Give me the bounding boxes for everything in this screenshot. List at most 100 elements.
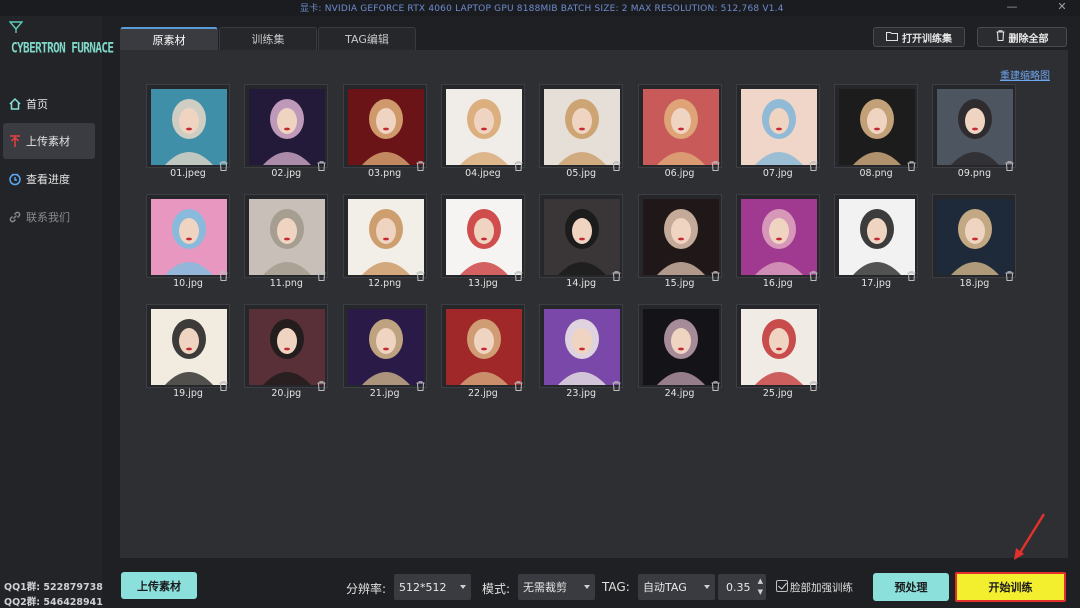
image-thumbnail[interactable] (932, 84, 1017, 171)
thumbnail-image (347, 309, 424, 385)
trash-icon[interactable] (809, 266, 818, 281)
image-filename: 06.jpg (664, 168, 695, 179)
image-filename: 11.png (269, 278, 303, 289)
minimize-button[interactable]: — (1000, 0, 1024, 16)
mode-select[interactable]: 无需裁剪 (518, 574, 595, 600)
image-thumbnail[interactable] (539, 84, 624, 171)
image-thumbnail[interactable] (146, 84, 230, 171)
thumbnail-image (445, 199, 522, 275)
trash-icon[interactable] (809, 376, 818, 391)
qq-group-1: QQ1群: 522879738 (4, 582, 103, 593)
image-thumbnail[interactable] (244, 194, 329, 281)
folder-icon (885, 31, 899, 44)
sidebar-item-upload[interactable]: 上传素材 (3, 123, 95, 159)
trash-icon[interactable] (514, 376, 523, 391)
trash-icon[interactable] (317, 156, 326, 171)
trash-icon[interactable] (907, 266, 916, 281)
close-button[interactable]: ✕ (1050, 0, 1074, 16)
image-thumbnail[interactable] (440, 194, 525, 281)
image-thumbnail[interactable] (440, 84, 525, 171)
image-thumbnail[interactable] (342, 84, 427, 171)
thumbnail-image (937, 89, 1014, 165)
threshold-spinbox[interactable]: 0.35 ▲ ▼ (718, 574, 766, 600)
image-filename: 20.jpg (271, 388, 302, 399)
trash-icon[interactable] (907, 156, 916, 171)
resolution-label: 分辨率: (346, 582, 387, 596)
resolution-value: 512*512 (399, 580, 447, 594)
image-thumbnail[interactable] (735, 84, 820, 171)
image-thumbnail[interactable] (244, 304, 329, 391)
sidebar-item-contact[interactable]: 联系我们 (3, 199, 95, 235)
trash-icon[interactable] (612, 266, 621, 281)
sidebar-item-progress[interactable]: 查看进度 (3, 161, 95, 197)
delete-all-label: 删除全部 (1008, 33, 1049, 45)
face-enhance-checkbox[interactable] (776, 580, 788, 592)
image-thumbnail[interactable] (932, 194, 1017, 281)
trash-icon[interactable] (416, 156, 425, 171)
image-thumbnail[interactable] (735, 194, 820, 281)
image-thumbnail[interactable] (342, 194, 427, 281)
trash-icon[interactable] (1005, 266, 1014, 281)
trash-icon[interactable] (711, 156, 720, 171)
trash-icon[interactable] (219, 376, 228, 391)
tag-select[interactable]: 自动TAG (638, 574, 715, 600)
preprocess-button[interactable]: 预处理 (873, 573, 949, 601)
thumbnail-image (151, 199, 227, 275)
start-training-button[interactable]: 开始训练 (955, 572, 1066, 602)
thumbnail-image (740, 199, 817, 275)
home-icon (8, 97, 22, 111)
thumbnail-image (445, 309, 522, 385)
image-thumbnail[interactable] (244, 84, 329, 171)
image-filename: 05.jpg (566, 168, 597, 179)
trash-icon[interactable] (317, 266, 326, 281)
resolution-select[interactable]: 512*512 (394, 574, 471, 600)
trash-icon[interactable] (416, 376, 425, 391)
delete-all-button[interactable]: 删除全部 (977, 27, 1067, 47)
trash-icon[interactable] (416, 266, 425, 281)
tab-training-set[interactable]: 训练集 (219, 27, 317, 50)
image-filename: 07.jpg (762, 168, 793, 179)
image-thumbnail[interactable] (637, 304, 722, 391)
trash-icon[interactable] (514, 266, 523, 281)
trash-icon[interactable] (219, 266, 228, 281)
thumbnail-image (445, 89, 522, 165)
trash-icon[interactable] (317, 376, 326, 391)
spin-down-icon[interactable]: ▼ (758, 588, 763, 596)
trash-icon[interactable] (219, 156, 228, 171)
spin-up-icon[interactable]: ▲ (758, 577, 763, 585)
image-thumbnail[interactable] (735, 304, 820, 391)
trash-icon[interactable] (612, 376, 621, 391)
sidebar-item-label: 联系我们 (26, 211, 70, 224)
trash-icon[interactable] (809, 156, 818, 171)
trash-icon[interactable] (514, 156, 523, 171)
rebuild-thumbnails-link[interactable]: 重建缩略图 (1000, 67, 1050, 82)
trash-icon[interactable] (1005, 156, 1014, 171)
trash-icon[interactable] (711, 376, 720, 391)
sidebar-item-label: 首页 (26, 98, 48, 111)
thumbnail-image (839, 89, 916, 165)
image-thumbnail[interactable] (440, 304, 525, 391)
image-thumbnail[interactable] (146, 194, 230, 281)
image-thumbnail[interactable] (539, 194, 624, 281)
image-filename: 04.jpeg (465, 168, 501, 179)
upload-materials-button[interactable]: 上传素材 (121, 572, 197, 599)
tab-raw-materials[interactable]: 原素材 (120, 27, 218, 50)
image-thumbnail[interactable] (637, 194, 722, 281)
sidebar-item-home[interactable]: 首页 (3, 86, 95, 122)
image-thumbnail[interactable] (834, 194, 919, 281)
image-thumbnail[interactable] (342, 304, 427, 391)
image-thumbnail[interactable] (834, 84, 919, 171)
tab-tag-edit[interactable]: TAG编辑 (318, 27, 416, 50)
thumbnail-image (544, 89, 621, 165)
trash-icon[interactable] (711, 266, 720, 281)
image-filename: 02.jpg (271, 168, 302, 179)
image-thumbnail[interactable] (146, 304, 230, 391)
image-thumbnail[interactable] (637, 84, 722, 171)
logo-mark-icon (9, 21, 23, 33)
open-training-set-button[interactable]: 打开训练集 (873, 27, 965, 47)
image-filename: 19.jpg (173, 388, 203, 399)
upload-icon (8, 134, 22, 148)
image-filename: 15.jpg (664, 278, 695, 289)
image-thumbnail[interactable] (539, 304, 624, 391)
trash-icon[interactable] (612, 156, 621, 171)
